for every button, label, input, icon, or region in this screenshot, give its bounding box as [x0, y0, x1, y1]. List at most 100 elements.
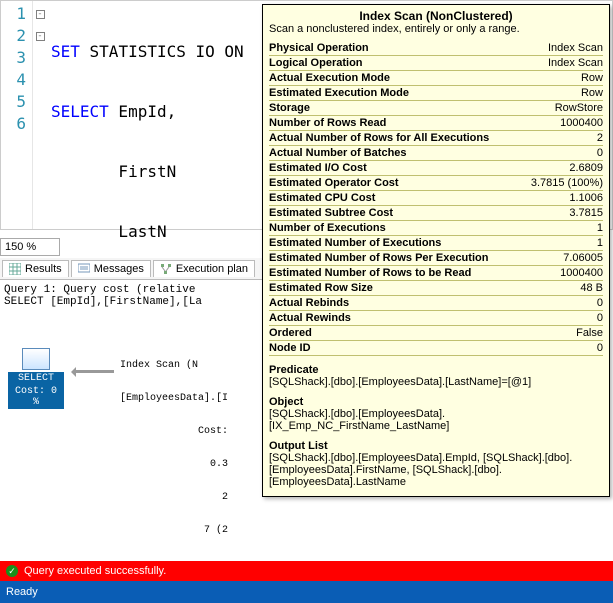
tooltip-row-key: Actual Number of Batches	[269, 147, 407, 159]
tooltip-row: Actual Execution Mode Row	[269, 71, 603, 86]
tooltip-row-value: 0	[597, 297, 603, 309]
code-text: FirstN	[51, 162, 176, 181]
tooltip-row-value: 48 B	[580, 282, 603, 294]
cost-label: Cost:	[198, 426, 228, 437]
output-list-heading: Output List	[269, 440, 603, 452]
app-status-bar: Ready	[0, 581, 613, 603]
tooltip-row-value: Row	[581, 87, 603, 99]
tooltip-row-key: Estimated Operator Cost	[269, 177, 399, 189]
tooltip-row: Actual Rewinds0	[269, 311, 603, 326]
object-value: [IX_Emp_NC_FirstName_LastName]	[269, 420, 603, 432]
tooltip-row-value: 1	[597, 237, 603, 249]
tooltip-row: Estimated Subtree Cost3.7815	[269, 206, 603, 221]
fold-toggle-icon[interactable]: -	[36, 32, 45, 41]
node-label: SELECT	[8, 372, 64, 385]
line-number: 3	[1, 47, 26, 69]
plan-canvas[interactable]: SELECT Cost: 0 % Index Scan (N [Employee…	[4, 318, 276, 438]
tooltip-row-value: 0	[597, 147, 603, 159]
node-title: Index Scan (N	[120, 360, 228, 371]
message-icon	[78, 263, 90, 275]
line-number: 6	[1, 113, 26, 135]
grid-icon	[9, 263, 21, 275]
node-cost: Cost: 0 %	[8, 385, 64, 409]
query-cost-header: Query 1: Query cost (relative	[4, 284, 276, 296]
tab-execution-plan[interactable]: Execution plan	[153, 260, 255, 277]
tooltip-row-value: 1000400	[560, 117, 603, 129]
tooltip-row: Estimated Execution ModeRow	[269, 86, 603, 101]
tooltip-row: Estimated Row Size 48 B	[269, 281, 603, 296]
plan-arrow-icon	[66, 368, 116, 376]
tooltip-row-key: Actual Execution Mode	[269, 72, 390, 84]
tooltip-row-key: Actual Rebinds	[269, 297, 349, 309]
tooltip-row-value: 7.06005	[563, 252, 603, 264]
code-text: LastN	[51, 222, 167, 241]
code-text: STATISTICS IO ON	[80, 42, 244, 61]
tooltip-row: Actual Number of Rows for All Executions…	[269, 131, 603, 146]
tooltip-row: Node ID0	[269, 341, 603, 356]
line-number: 2	[1, 25, 26, 47]
status-label: Ready	[6, 586, 38, 598]
tooltip-row-key: Node ID	[269, 342, 311, 354]
tooltip-row: Physical OperationIndex Scan	[269, 41, 603, 56]
node-object: [EmployeesData].[I	[120, 393, 228, 404]
plan-icon	[160, 263, 172, 275]
tooltip-row-value: False	[576, 327, 603, 339]
tooltip-row: Logical Operation Index Scan	[269, 56, 603, 71]
tooltip-row-value: 1000400	[560, 267, 603, 279]
line-number: 4	[1, 69, 26, 91]
tooltip-row-value: 1	[597, 222, 603, 234]
cost-val: 7 (2	[120, 525, 228, 536]
tooltip-title: Index Scan (NonClustered)	[269, 9, 603, 23]
status-text: Query executed successfully.	[24, 565, 166, 577]
tooltip-row-key: Number of Rows Read	[269, 117, 386, 129]
tooltip-row-key: Estimated Subtree Cost	[269, 207, 393, 219]
tooltip-row: Number of Executions 1	[269, 221, 603, 236]
line-number: 1	[1, 3, 26, 25]
fold-column: - -	[33, 1, 47, 229]
tab-results[interactable]: Results	[2, 260, 69, 277]
tooltip-row-key: Actual Rewinds	[269, 312, 351, 324]
fold-toggle-icon[interactable]: -	[36, 10, 45, 19]
query-status-bar: ✓ Query executed successfully.	[0, 561, 613, 581]
success-check-icon: ✓	[6, 565, 18, 577]
plan-node-indexscan[interactable]: Index Scan (N [EmployeesData].[I Cost: 0…	[120, 338, 228, 558]
tooltip-row-value: Row	[581, 72, 603, 84]
tooltip-row: Actual Rebinds 0	[269, 296, 603, 311]
tooltip-row-key: Physical Operation	[269, 42, 369, 54]
tooltip-row-value: 1.1006	[569, 192, 603, 204]
select-node-icon	[22, 348, 50, 370]
tooltip-subtitle: Scan a nonclustered index, entirely or o…	[269, 23, 603, 35]
tooltip-row: Estimated Number of Executions 1	[269, 236, 603, 251]
tooltip-row-key: Storage	[269, 102, 310, 114]
tooltip-row-key: Estimated Number of Rows Per Execution	[269, 252, 488, 264]
object-value: [SQLShack].[dbo].[EmployeesData].	[269, 408, 603, 420]
tooltip-row-value: 2.6809	[569, 162, 603, 174]
tooltip-row-key: Actual Number of Rows for All Executions	[269, 132, 489, 144]
results-tabs: Results Messages Execution plan	[0, 258, 280, 280]
cost-val: 2	[120, 492, 228, 503]
tooltip-row-key: Estimated Row Size	[269, 282, 373, 294]
tab-label: Execution plan	[176, 263, 248, 275]
line-number: 5	[1, 91, 26, 113]
zoom-dropdown[interactable]: 150 %	[0, 238, 60, 256]
plan-node-select[interactable]: SELECT Cost: 0 %	[8, 348, 64, 409]
cost-val: 0.3	[120, 459, 228, 470]
tooltip-row: Estimated CPU Cost1.1006	[269, 191, 603, 206]
tab-messages[interactable]: Messages	[71, 260, 151, 277]
tooltip-row-value: 2	[597, 132, 603, 144]
tooltip-row-value: RowStore	[555, 102, 603, 114]
tooltip-row-key: Estimated Number of Executions	[269, 237, 441, 249]
keyword: SELECT	[51, 102, 109, 121]
tooltip-row-key: Number of Executions	[269, 222, 386, 234]
tooltip-row-value: 3.7815 (100%)	[531, 177, 603, 189]
predicate-heading: Predicate	[269, 364, 603, 376]
tooltip-row-value: Index Scan	[548, 57, 603, 69]
tooltip-row: Storage RowStore	[269, 101, 603, 116]
tooltip-row-key: Ordered	[269, 327, 312, 339]
query-text: SELECT [EmpId],[FirstName],[La	[4, 296, 276, 308]
tooltip-row: Ordered False	[269, 326, 603, 341]
output-list-value: [SQLShack].[dbo].[EmployeesData].EmpId, …	[269, 452, 603, 464]
operator-tooltip: Index Scan (NonClustered) Scan a nonclus…	[262, 4, 610, 497]
tooltip-row-key: Logical Operation	[269, 57, 363, 69]
execution-plan-pane[interactable]: Query 1: Query cost (relative SELECT [Em…	[0, 280, 280, 540]
